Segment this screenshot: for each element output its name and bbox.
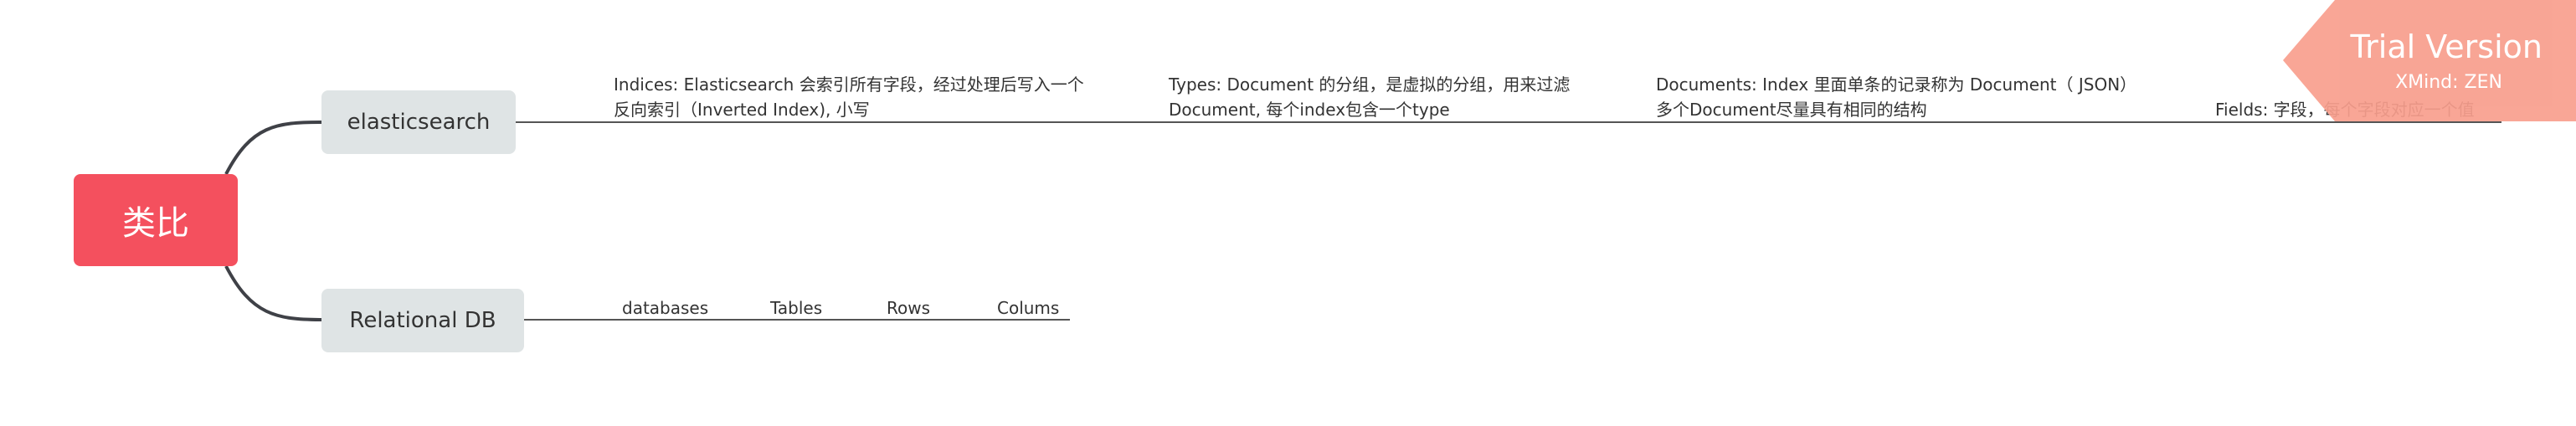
subtopic-line: Types: Document 的分组，是虚拟的分组，用来过滤 — [1169, 74, 1571, 95]
subtopic-line: 多个Document尽量具有相同的结构 — [1656, 100, 1927, 120]
trial-version-watermark: Trial Version XMind: ZEN — [2283, 0, 2576, 121]
subtopic-indices[interactable]: Indices: Elasticsearch 会索引所有字段，经过处理后写入一个… — [614, 72, 1084, 122]
subtopic-label: databases — [622, 298, 709, 318]
connector-root-to-relational-db — [224, 265, 322, 321]
subtopic-documents[interactable]: Documents: Index 里面单条的记录称为 Document（ JSO… — [1656, 72, 2136, 122]
subtopic-rows[interactable]: Rows — [887, 295, 930, 321]
connector-root-to-elasticsearch — [224, 121, 322, 175]
watermark-subtitle: XMind: ZEN — [2395, 72, 2502, 93]
root-topic-label: 类比 — [122, 204, 189, 243]
mind-map-canvas: 类比 elasticsearch Relational DB Indices: … — [0, 0, 2576, 426]
subtopic-label: Tables — [770, 298, 823, 318]
subtopic-line: Indices: Elasticsearch 会索引所有字段，经过处理后写入一个 — [614, 74, 1084, 95]
subtopic-line: Documents: Index 里面单条的记录称为 Document（ JSO… — [1656, 74, 2137, 95]
connector-lines — [224, 121, 2501, 321]
branch-topic-relational-db[interactable]: Relational DB — [321, 289, 524, 352]
watermark-title: Trial Version — [2350, 28, 2543, 65]
subtopic-line: Document, 每个index包含一个type — [1169, 100, 1450, 120]
subtopic-line: 反向索引（Inverted Index), 小写 — [614, 100, 870, 120]
branch-topic-label: elasticsearch — [347, 110, 491, 135]
subtopic-label: Colums — [997, 298, 1060, 318]
subtopic-label: Rows — [887, 298, 931, 318]
branch-topic-label: Relational DB — [349, 308, 496, 333]
subtopic-colums[interactable]: Colums — [997, 295, 1059, 321]
subtopic-types[interactable]: Types: Document 的分组，是虚拟的分组，用来过滤 Document… — [1169, 72, 1570, 122]
subtopic-databases[interactable]: databases — [622, 295, 708, 321]
branch-topic-elasticsearch[interactable]: elasticsearch — [321, 90, 516, 154]
root-topic[interactable]: 类比 — [74, 174, 238, 266]
subtopic-tables[interactable]: Tables — [770, 295, 822, 321]
